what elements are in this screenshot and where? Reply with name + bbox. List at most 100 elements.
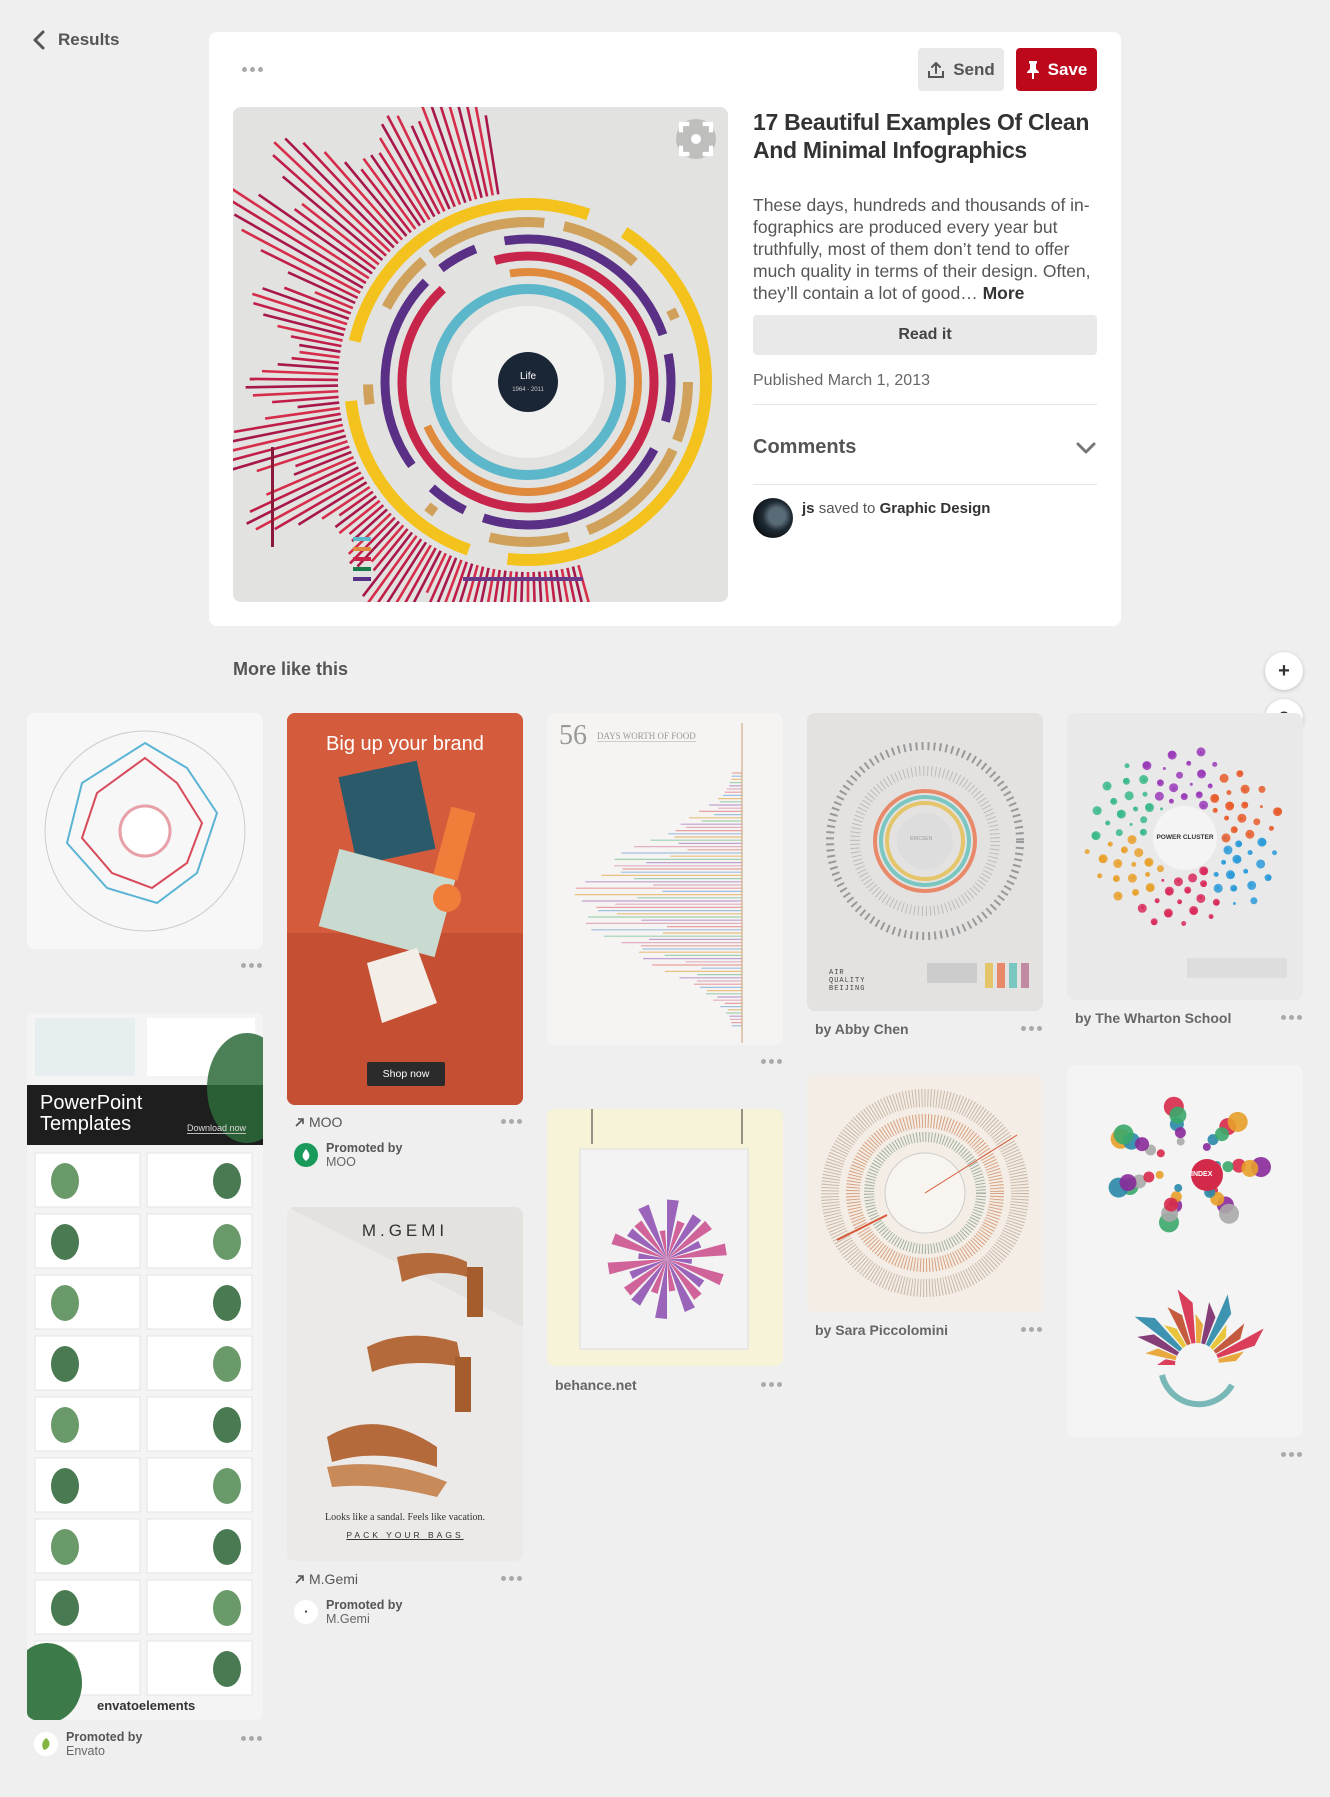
related-pin-index[interactable]: INDEX (1067, 1065, 1303, 1437)
cluster-dot (1178, 901, 1182, 905)
legend-mood-bar (463, 577, 583, 581)
more-options-icon[interactable] (1280, 1450, 1302, 1458)
cluster-dot (1199, 800, 1209, 810)
send-button[interactable]: Send (918, 48, 1004, 91)
visual-search-icon[interactable] (676, 119, 716, 159)
related-pin-envato[interactable]: PowerPoint Templates Download now envato… (27, 1013, 263, 1720)
comments-label: Comments (753, 436, 857, 458)
cluster-dot (1140, 816, 1148, 824)
related-pin-power-cluster[interactable]: POWER CLUSTER (1067, 713, 1303, 1000)
promoted-by-envato[interactable]: Promoted by Envato (34, 1730, 142, 1758)
legend-swatch (353, 577, 371, 581)
plant-shape (51, 1468, 79, 1504)
envato-download-link[interactable]: Download now (187, 1123, 247, 1134)
promoted-by-mgemi[interactable]: ● Promoted by M.Gemi (294, 1598, 402, 1626)
related-pin-mgemi[interactable]: M.GEMI Looks like a sandal. Feels like v… (287, 1207, 523, 1561)
saved-by-row: js saved to Graphic Design (753, 498, 990, 538)
index-bubble (1227, 1111, 1248, 1132)
mgemi-link[interactable]: M.Gemi (294, 1571, 358, 1587)
cluster-dot (1113, 859, 1123, 869)
save-button[interactable]: Save (1016, 48, 1097, 91)
cluster-dot (1142, 791, 1148, 797)
cluster-dot (1131, 861, 1137, 867)
cluster-dot (1189, 782, 1193, 786)
related-pin-radar[interactable] (27, 713, 263, 949)
related-pin-moo[interactable]: Big up your brand Shop now (287, 713, 523, 1105)
arrow-up-right-icon (295, 1574, 304, 1584)
read-it-button[interactable]: Read it (753, 315, 1097, 355)
cluster-dot (1105, 821, 1109, 825)
cluster-dot (1134, 848, 1144, 858)
hero-bar (249, 377, 339, 382)
behance-source[interactable]: behance.net (555, 1377, 637, 1393)
cluster-dot (1127, 873, 1137, 883)
slide-tile (34, 1335, 141, 1391)
cluster-dot (1208, 783, 1212, 787)
pushpin-icon (1026, 60, 1039, 79)
comments-toggle[interactable]: Comments (753, 436, 1097, 459)
moo-logo-icon (294, 1143, 318, 1167)
more-options-icon[interactable] (500, 1574, 522, 1582)
cluster-dot (1219, 773, 1229, 783)
cluster-dot (1092, 806, 1102, 816)
more-options-icon[interactable] (760, 1057, 782, 1065)
more-link[interactable]: More (983, 283, 1025, 303)
air-title: AIR QUALITY BEIJING (829, 969, 866, 993)
more-options-icon[interactable] (500, 1117, 522, 1125)
cluster-dot (1249, 851, 1253, 855)
moo-shop-now-button[interactable]: Shop now (367, 1062, 445, 1086)
related-pin-air-quality[interactable]: ERICSEN AIR QUALITY BEIJING (807, 713, 1043, 1011)
index-bubble (1143, 1171, 1155, 1183)
related-pin-food[interactable]: 56 DAYS WORTH OF FOOD (547, 713, 783, 1045)
more-options-icon[interactable] (760, 1380, 782, 1388)
cluster-dot (1102, 781, 1112, 791)
cluster-dot (1169, 783, 1179, 793)
cluster-dot (1222, 861, 1226, 865)
related-pin-sara[interactable] (807, 1075, 1043, 1312)
more-options-icon[interactable] (1020, 1325, 1042, 1333)
divider (753, 484, 1097, 485)
send-label: Send (953, 59, 995, 79)
avatar[interactable] (753, 498, 793, 538)
index-bubble (1241, 1159, 1259, 1177)
plus-icon[interactable]: + (1265, 652, 1303, 690)
legend-swatch (353, 547, 371, 551)
slide-tile (34, 1274, 141, 1330)
index-bubble (1176, 1137, 1185, 1146)
more-options-icon[interactable] (1020, 1024, 1042, 1032)
abby-chen-credit[interactable]: by Abby Chen (815, 1021, 909, 1037)
back-to-results-button[interactable]: Results (30, 29, 119, 51)
cluster-dot (1196, 747, 1206, 757)
cluster-dot (1225, 816, 1229, 820)
related-pin-poster[interactable] (547, 1109, 783, 1366)
moo-link[interactable]: MOO (294, 1114, 342, 1130)
board-link[interactable]: Graphic Design (880, 500, 991, 517)
cluster-dot (1164, 910, 1172, 918)
cluster-dot (1113, 891, 1123, 901)
cluster-dot (1272, 850, 1278, 856)
legend-swatch (353, 567, 371, 571)
plant-shape (213, 1224, 241, 1260)
pin-description: These days, hundreds and thousands of in… (753, 194, 1103, 304)
cluster-dot (1247, 880, 1257, 890)
sara-credit[interactable]: by Sara Piccolomini (815, 1322, 948, 1338)
index-bubble (1202, 1142, 1211, 1151)
cluster-dot (1173, 877, 1183, 887)
promoted-by-moo[interactable]: Promoted by MOO (294, 1141, 402, 1169)
more-options-icon[interactable] (240, 961, 262, 969)
saver-name[interactable]: js (802, 500, 815, 517)
more-options-icon[interactable] (241, 65, 263, 73)
slide-tile (34, 1518, 141, 1574)
cluster-dot (1181, 920, 1187, 926)
pin-description-text: These days, hundreds and thousands of in… (753, 195, 1091, 303)
cluster-dot (1211, 794, 1219, 802)
cluster-dot (1123, 778, 1129, 784)
wharton-credit[interactable]: by The Wharton School (1075, 1010, 1231, 1026)
pin-image[interactable]: Life 1964 - 2011 (233, 107, 728, 602)
more-options-icon[interactable] (240, 1734, 262, 1742)
cluster-dot (1198, 769, 1206, 777)
more-options-icon[interactable] (1280, 1013, 1302, 1021)
cluster-dot (1145, 803, 1153, 811)
cluster-dot (1157, 779, 1163, 785)
mgemi-cta[interactable]: PACK YOUR BAGS (287, 1530, 523, 1540)
